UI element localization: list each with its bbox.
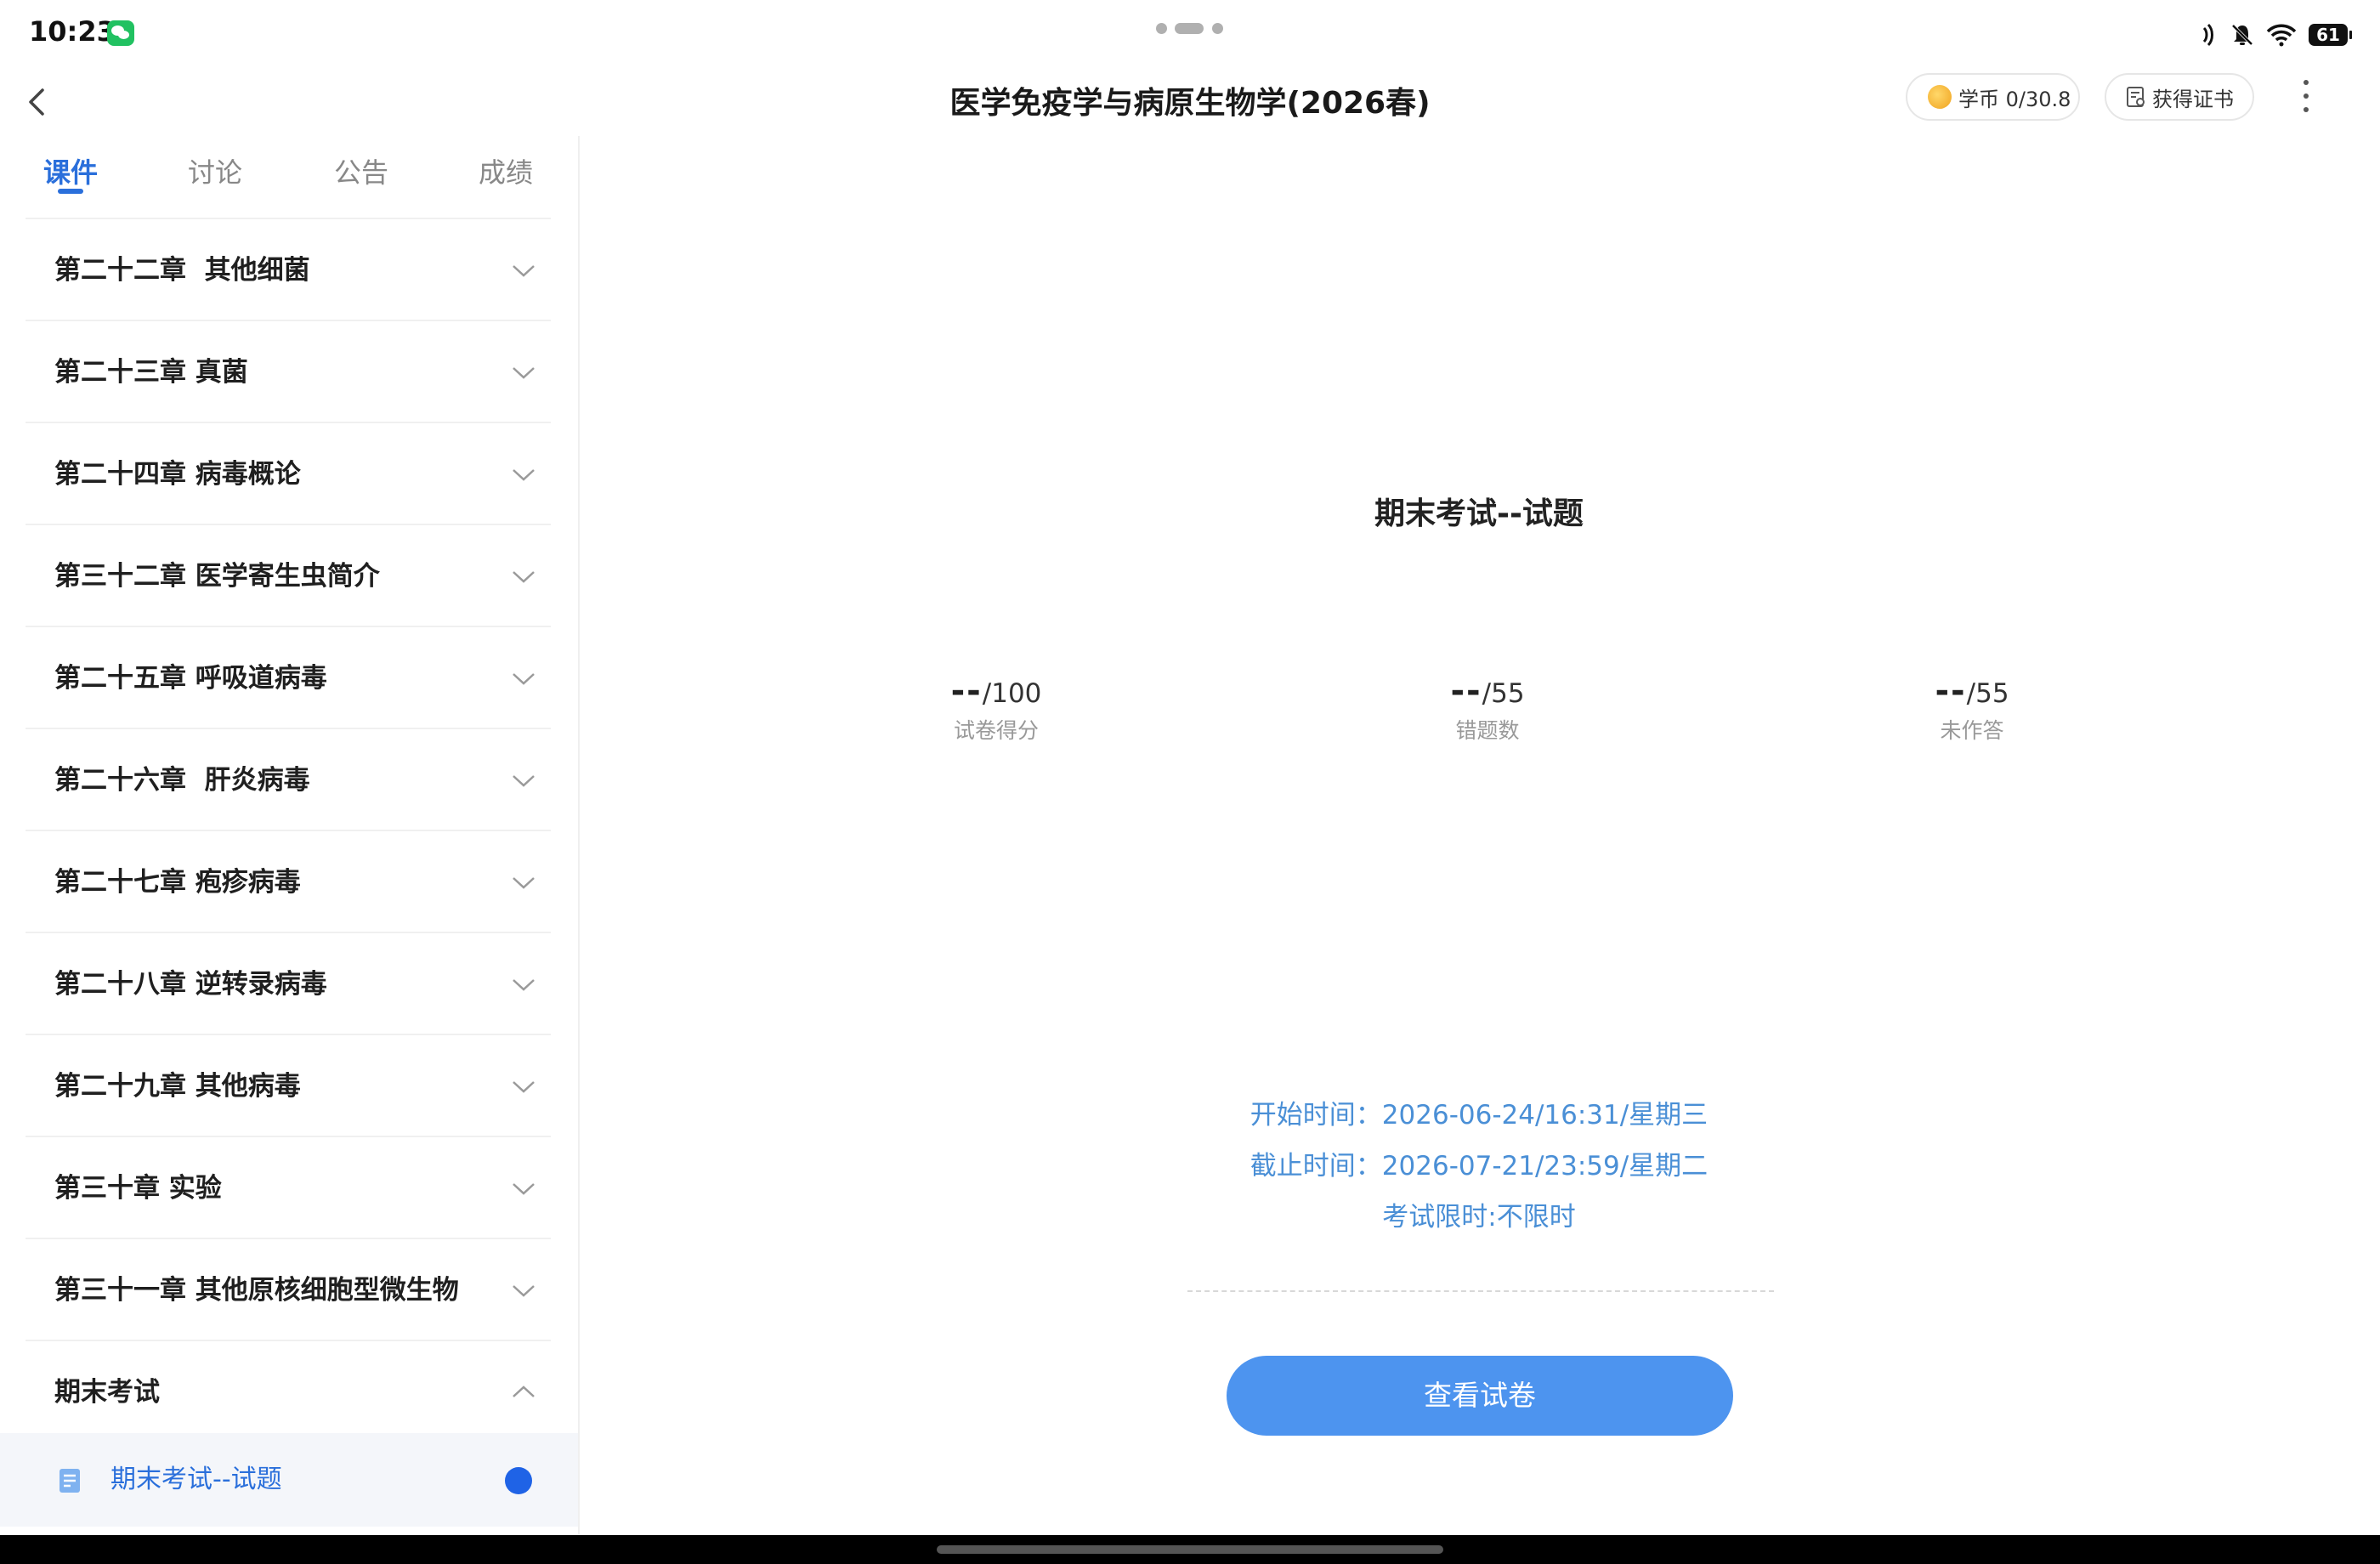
chevron-down-icon [513,775,535,787]
chapter-label: 第三十二章 医学寄生虫简介 [54,561,380,592]
wifi-icon [2266,24,2297,47]
more-options-button[interactable] [2295,76,2317,119]
chapter-list: 第二十二章 其他细菌 第二十三章 真菌 第二十四章 病毒概论 第三十二章 医学寄… [26,218,551,1442]
stat-unanswered: --/55 未作答 [1844,672,2100,745]
back-button[interactable] [19,83,56,121]
chapter-item[interactable]: 第二十四章 病毒概论 [26,422,551,524]
chapter-label: 第三十一章 其他原核细胞型微生物 [54,1275,459,1306]
chapter-label: 第二十四章 病毒概论 [54,459,301,490]
chapter-item[interactable]: 第二十九章 其他病毒 [26,1034,551,1136]
tab-discussion[interactable]: 讨论 [168,151,262,190]
multitask-handle[interactable] [1156,23,1224,35]
battery-icon: 61 [2309,24,2352,46]
coin-button[interactable]: 学币 0/30.8 [1906,73,2080,121]
tab-bar: 课件 讨论 公告 成绩 [0,136,578,218]
exam-time-info: 开始时间：2026-06-24/16:31/星期三 截止时间：2026-07-2… [1139,1090,1819,1243]
tab-active-indicator [58,189,83,194]
tab-courseware[interactable]: 课件 [24,151,117,190]
certificate-icon [2127,87,2145,107]
chapter-label: 第三十章 实验 [54,1173,222,1204]
chevron-down-icon [513,367,535,379]
status-dot [505,1467,532,1494]
certificate-button[interactable]: 获得证书 [2105,73,2254,121]
chapter-label: 第二十七章 疱疹病毒 [54,867,301,898]
stat-total: /55 [1482,678,1525,709]
wechat-icon [107,20,134,46]
document-icon [60,1469,80,1493]
chapter-label: 第二十六章 肝炎病毒 [54,765,310,796]
chapter-label: 期末考试 [54,1377,160,1408]
coin-label: 学币 0/30.8 [1958,87,2071,111]
stat-wrong-count: --/55 错题数 [1360,672,1615,745]
divider [1187,1290,1774,1292]
chapter-item[interactable]: 第二十三章 真菌 [26,320,551,422]
exam-title: 期末考试--试题 [1374,496,1584,531]
chevron-up-icon [513,1386,535,1397]
coin-icon [1928,85,1952,109]
mute-bell-icon [2231,24,2253,46]
chapter-item[interactable]: 第二十六章 肝炎病毒 [26,728,551,830]
chapter-item[interactable]: 第二十二章 其他细菌 [26,218,551,320]
chapter-label: 第二十三章 真菌 [54,357,248,388]
view-paper-button[interactable]: 查看试卷 [1227,1356,1733,1436]
end-time: 截止时间：2026-07-21/23:59/星期二 [1250,1151,1708,1182]
chevron-down-icon [513,979,535,991]
back-arrow-icon [29,88,44,116]
chapter-label: 第二十八章 逆转录病毒 [54,969,327,1000]
status-icons: 61 [2198,20,2352,49]
status-time: 10:23 [29,15,116,48]
chapter-item[interactable]: 第二十七章 疱疹病毒 [26,830,551,932]
time-limit: 考试限时:不限时 [1382,1202,1576,1232]
tab-announcement[interactable]: 公告 [314,151,408,190]
chapter-label: 第二十二章 其他细菌 [54,255,310,286]
chapter-item[interactable]: 第二十五章 呼吸道病毒 [26,626,551,728]
lesson-label: 期末考试--试题 [110,1465,282,1494]
chapter-label: 第二十九章 其他病毒 [54,1071,301,1102]
chapter-item[interactable]: 第三十二章 医学寄生虫简介 [26,524,551,626]
chapter-label: 第二十五章 呼吸道病毒 [54,663,327,694]
chapter-item[interactable]: 第二十八章 逆转录病毒 [26,932,551,1034]
tab-grades[interactable]: 成绩 [459,151,552,190]
chapter-item[interactable]: 第三十章 实验 [26,1136,551,1238]
status-bar: 10:23 61 [0,0,2380,68]
sidebar: 课件 讨论 公告 成绩 第二十二章 其他细菌 第二十三章 真菌 第二十四章 病毒… [0,136,578,1535]
nfc-icon [2202,23,2213,47]
chevron-down-icon [513,1081,535,1093]
page-title: 医学免疫学与病原生物学(2026春) [949,86,1431,121]
start-time: 开始时间：2026-06-24/16:31/星期三 [1250,1100,1708,1130]
chevron-down-icon [513,469,535,481]
stat-label: 未作答 [1940,718,2004,743]
stat-total: /100 [982,678,1042,709]
chapter-item-final-exam[interactable]: 期末考试 [26,1340,551,1442]
chevron-down-icon [513,1285,535,1297]
stat-label: 试卷得分 [953,718,1039,743]
stat-value: -- [1450,672,1482,711]
certificate-label: 获得证书 [2152,87,2234,111]
stat-score: --/100 试卷得分 [869,672,1124,745]
stat-value: -- [950,672,983,711]
chevron-down-icon [513,571,535,583]
chevron-down-icon [513,1183,535,1195]
chevron-down-icon [513,877,535,889]
stat-value: -- [1935,672,1967,711]
stat-label: 错题数 [1455,718,1520,743]
chapter-item[interactable]: 第三十一章 其他原核细胞型微生物 [26,1238,551,1340]
chevron-down-icon [513,673,535,685]
chevron-down-icon [513,265,535,277]
home-indicator[interactable] [937,1545,1443,1554]
sidebar-divider [578,136,580,1535]
lesson-item-final-exam-paper[interactable]: 期末考试--试题 [0,1433,578,1527]
stat-total: /55 [1966,678,2009,709]
